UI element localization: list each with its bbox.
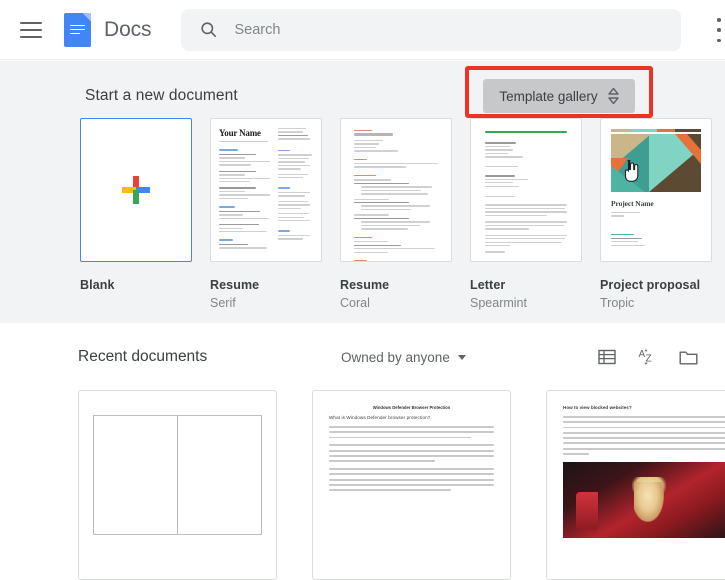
template-preview-tropic: Project Name xyxy=(601,119,711,246)
template-card-resume-serif[interactable]: Your Name Resume Serif xyxy=(210,118,322,310)
search-bar[interactable] xyxy=(181,8,682,51)
template-gallery-area: Template gallery xyxy=(465,66,668,118)
recent-document-card[interactable]: Windows Defender Browser Protection What… xyxy=(312,390,511,580)
template-subtitle: Tropic xyxy=(600,296,635,310)
recent-documents-header: Recent documents Owned by anyone A Z xyxy=(0,340,725,374)
sort-az-icon[interactable]: A Z xyxy=(638,348,657,367)
search-icon xyxy=(201,22,217,38)
template-thumbnail[interactable] xyxy=(470,118,582,262)
hamburger-menu-icon[interactable] xyxy=(20,21,42,38)
template-name: Letter xyxy=(470,278,506,292)
docs-logo-lines xyxy=(70,24,85,38)
search-input[interactable] xyxy=(234,21,655,38)
template-subtitle: Spearmint xyxy=(470,296,527,310)
recent-documents-title: Recent documents xyxy=(78,348,208,365)
svg-text:A: A xyxy=(639,349,646,360)
template-card-letter-spearmint[interactable]: Letter Spearmint xyxy=(470,118,582,310)
document-preview-heading: What is Windows Defender browser protect… xyxy=(329,415,431,420)
document-preview-table xyxy=(93,415,262,535)
chevron-down-icon xyxy=(457,354,466,360)
template-gallery-label: Template gallery xyxy=(499,88,598,104)
stepper-up-down-icon xyxy=(607,88,619,104)
tropic-color-strip xyxy=(611,129,701,132)
template-name: Project proposal xyxy=(600,278,701,292)
recent-view-controls: A Z xyxy=(598,348,698,367)
template-name: Blank xyxy=(80,278,115,292)
owner-filter-dropdown[interactable]: Owned by anyone xyxy=(341,350,466,365)
google-plus-icon xyxy=(122,176,150,204)
document-preview-article: Windows Defender Browser Protection What… xyxy=(313,391,510,509)
topbar-more-options-icon[interactable] xyxy=(709,18,725,42)
recent-document-card[interactable]: How to view blocked websites? xyxy=(546,390,725,580)
preview-project-name: Project Name xyxy=(611,199,654,208)
template-thumbnail[interactable]: Your Name xyxy=(210,118,322,262)
spearmint-accent-bar xyxy=(485,131,567,134)
start-new-document-section: Start a new document Template gallery Bl… xyxy=(0,61,725,323)
template-subtitle: Coral xyxy=(340,296,370,310)
template-gallery-button[interactable]: Template gallery xyxy=(483,79,635,113)
google-docs-icon[interactable] xyxy=(64,12,91,47)
owner-filter-label: Owned by anyone xyxy=(341,349,450,365)
template-subtitle: Serif xyxy=(210,296,236,310)
template-card-blank[interactable]: Blank xyxy=(80,118,192,310)
preview-your-name: Your Name xyxy=(219,128,261,138)
template-thumbnail[interactable]: Project Name xyxy=(600,118,712,262)
list-view-icon[interactable] xyxy=(598,348,616,366)
section-title: Start a new document xyxy=(85,87,238,104)
template-name: Resume xyxy=(340,278,390,292)
recent-documents-list: Windows Defender Browser Protection What… xyxy=(78,390,725,580)
preview-image-chair xyxy=(576,492,599,531)
app-title: Docs xyxy=(104,17,152,41)
new-document-header: Start a new document Template gallery xyxy=(85,66,665,118)
template-preview-serif: Your Name xyxy=(211,119,321,260)
top-app-bar: Docs xyxy=(0,0,725,60)
template-thumbnail[interactable] xyxy=(340,118,452,262)
template-name: Resume xyxy=(210,278,260,292)
document-preview-heading: How to view blocked websites? xyxy=(563,405,632,410)
template-preview-coral xyxy=(341,119,451,261)
document-preview-photo-article: How to view blocked websites? xyxy=(547,391,725,552)
template-list: Blank Your Name Resume Serif Resume Cora… xyxy=(80,118,712,310)
template-card-project-tropic[interactable]: Project Name Project proposal Tropic xyxy=(600,118,712,310)
recent-document-card[interactable] xyxy=(78,390,277,580)
document-preview-center-title: Windows Defender Browser Protection xyxy=(372,405,451,410)
folder-icon[interactable] xyxy=(679,349,698,366)
template-preview-spearmint xyxy=(471,119,581,261)
template-card-resume-coral[interactable]: Resume Coral xyxy=(340,118,452,310)
template-thumbnail[interactable] xyxy=(80,118,192,262)
tropic-geometric-image xyxy=(611,134,701,192)
preview-image-face xyxy=(633,481,664,522)
